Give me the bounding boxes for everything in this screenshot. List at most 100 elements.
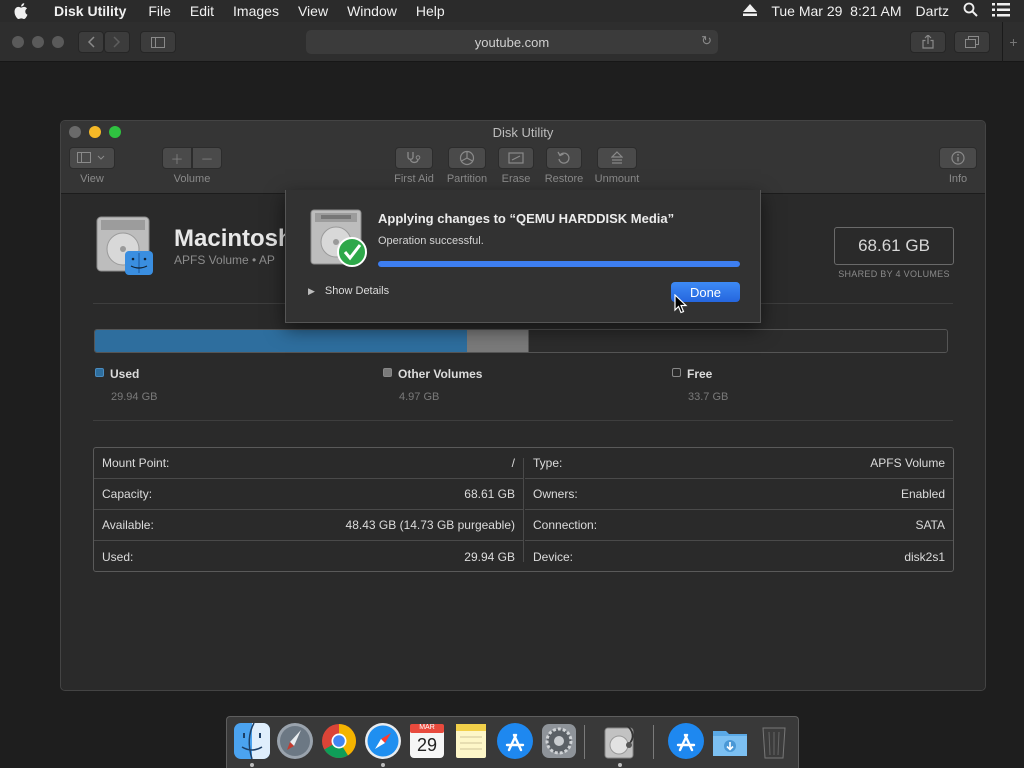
browser-zoom-button[interactable] bbox=[52, 36, 64, 48]
applications-folder-icon[interactable] bbox=[667, 722, 705, 760]
downloads-folder-icon[interactable] bbox=[711, 722, 749, 760]
info-column-left: Mount Point: / Capacity: 68.61 GB Availa… bbox=[94, 448, 523, 571]
info-label: Mount Point: bbox=[102, 456, 170, 470]
add-volume-button[interactable]: ＋ bbox=[162, 147, 192, 169]
dock-separator bbox=[584, 725, 585, 759]
legend-other-label: Other Volumes bbox=[398, 367, 483, 381]
address-bar[interactable]: youtube.com ↻ bbox=[306, 30, 718, 54]
menu-file[interactable]: File bbox=[148, 3, 171, 19]
partition-button[interactable] bbox=[448, 147, 486, 169]
notification-center-icon[interactable] bbox=[992, 2, 1010, 20]
info-value: SATA bbox=[915, 518, 945, 532]
volume-size: 68.61 GB bbox=[834, 227, 954, 265]
info-row: Device: disk2s1 bbox=[525, 541, 953, 572]
window-title: Disk Utility bbox=[492, 125, 554, 140]
menu-images[interactable]: Images bbox=[233, 3, 279, 19]
erase-button[interactable] bbox=[498, 147, 534, 169]
chevron-right-icon bbox=[113, 36, 121, 48]
legend-other-value: 4.97 GB bbox=[399, 391, 440, 403]
reload-icon[interactable]: ↻ bbox=[701, 33, 712, 49]
used-swatch bbox=[95, 368, 104, 378]
menu-window[interactable]: Window bbox=[347, 3, 397, 19]
apple-icon[interactable] bbox=[14, 3, 44, 19]
trash-icon[interactable] bbox=[755, 722, 793, 760]
dock: MAR 29 bbox=[226, 716, 799, 768]
restore-label: Restore bbox=[544, 173, 584, 185]
first-aid-button[interactable] bbox=[395, 147, 433, 169]
system-preferences-icon[interactable] bbox=[540, 722, 578, 760]
safari-icon[interactable] bbox=[364, 722, 402, 760]
info-label: Capacity: bbox=[102, 487, 153, 501]
info-value: 48.43 GB (14.73 GB purgeable) bbox=[345, 518, 515, 532]
menu-help[interactable]: Help bbox=[416, 3, 445, 19]
dock-separator bbox=[653, 725, 654, 759]
usage-bar bbox=[94, 329, 948, 353]
progress-bar bbox=[378, 261, 740, 267]
menu-user[interactable]: Dartz bbox=[916, 3, 949, 19]
browser-back-button[interactable] bbox=[78, 31, 104, 53]
column-divider bbox=[523, 458, 524, 562]
calendar-icon[interactable]: MAR 29 bbox=[408, 722, 446, 760]
info-row: Capacity: 68.61 GB bbox=[94, 479, 523, 510]
menu-clock[interactable]: Tue Mar 29 8:21 AM bbox=[771, 3, 901, 19]
new-tab-button[interactable]: + bbox=[1002, 22, 1024, 62]
finder-icon[interactable] bbox=[233, 722, 271, 760]
notes-icon[interactable] bbox=[452, 722, 490, 760]
disk-utility-icon[interactable] bbox=[601, 722, 639, 760]
info-row: Mount Point: / bbox=[94, 448, 523, 479]
window-toolbar: Disk Utility View ＋ － Volume First Aid P… bbox=[61, 121, 985, 194]
browser-forward-button[interactable] bbox=[104, 31, 130, 53]
first-aid-label: First Aid bbox=[394, 173, 434, 185]
browser-sidebar-button[interactable] bbox=[140, 31, 176, 53]
menu-app-name[interactable]: Disk Utility bbox=[54, 3, 126, 19]
browser-close-button[interactable] bbox=[12, 36, 24, 48]
browser-tabs-button[interactable] bbox=[954, 31, 990, 53]
unmount-icon bbox=[611, 151, 623, 164]
info-label: Info bbox=[948, 173, 968, 185]
show-details-toggle[interactable]: ▶ Show Details bbox=[308, 285, 389, 297]
info-button[interactable] bbox=[939, 147, 977, 169]
divider bbox=[93, 420, 953, 421]
remove-volume-button[interactable]: － bbox=[192, 147, 222, 169]
view-label: View bbox=[80, 173, 104, 185]
partition-tool: Partition bbox=[445, 147, 489, 185]
restore-button[interactable] bbox=[546, 147, 582, 169]
restore-icon bbox=[557, 151, 570, 164]
browser-share-button[interactable] bbox=[910, 31, 946, 53]
menu-edit[interactable]: Edit bbox=[190, 3, 214, 19]
info-label: Type: bbox=[533, 456, 563, 470]
unmount-button[interactable] bbox=[597, 147, 637, 169]
menu-view[interactable]: View bbox=[298, 3, 328, 19]
erase-icon bbox=[508, 152, 524, 164]
running-indicator bbox=[250, 763, 254, 767]
app-store-icon[interactable] bbox=[496, 722, 534, 760]
browser-toolbar: youtube.com ↻ bbox=[0, 22, 1024, 62]
info-label: Owners: bbox=[533, 487, 578, 501]
volume-name: Macintosh bbox=[174, 225, 293, 252]
plus-icon: ＋ bbox=[170, 151, 184, 167]
chevron-left-icon bbox=[87, 36, 95, 48]
view-button[interactable] bbox=[69, 147, 115, 169]
info-icon bbox=[951, 151, 965, 165]
browser-minimize-button[interactable] bbox=[32, 36, 44, 48]
menu-bar: Disk Utility File Edit Images View Windo… bbox=[0, 0, 1024, 22]
spotlight-search-icon[interactable] bbox=[963, 2, 978, 20]
info-row: Owners: Enabled bbox=[525, 479, 953, 510]
calendar-month: MAR bbox=[419, 724, 435, 731]
chrome-icon[interactable] bbox=[320, 722, 358, 760]
legend-used-label: Used bbox=[110, 367, 140, 381]
volume-label: Volume bbox=[173, 173, 211, 185]
info-value: 68.61 GB bbox=[464, 487, 515, 501]
usage-bar-used bbox=[95, 330, 468, 352]
partition-label: Partition bbox=[446, 173, 488, 185]
share-icon bbox=[922, 35, 934, 49]
erase-label: Erase bbox=[501, 173, 531, 185]
info-row: Type: APFS Volume bbox=[525, 448, 953, 479]
info-row: Available: 48.43 GB (14.73 GB purgeable) bbox=[94, 510, 523, 541]
info-value: disk2s1 bbox=[904, 549, 945, 564]
launchpad-icon[interactable] bbox=[276, 722, 314, 760]
eject-icon[interactable] bbox=[743, 3, 758, 19]
legend-free-label: Free bbox=[687, 367, 713, 381]
partition-icon bbox=[459, 150, 475, 166]
info-value: 29.94 GB bbox=[464, 549, 515, 564]
